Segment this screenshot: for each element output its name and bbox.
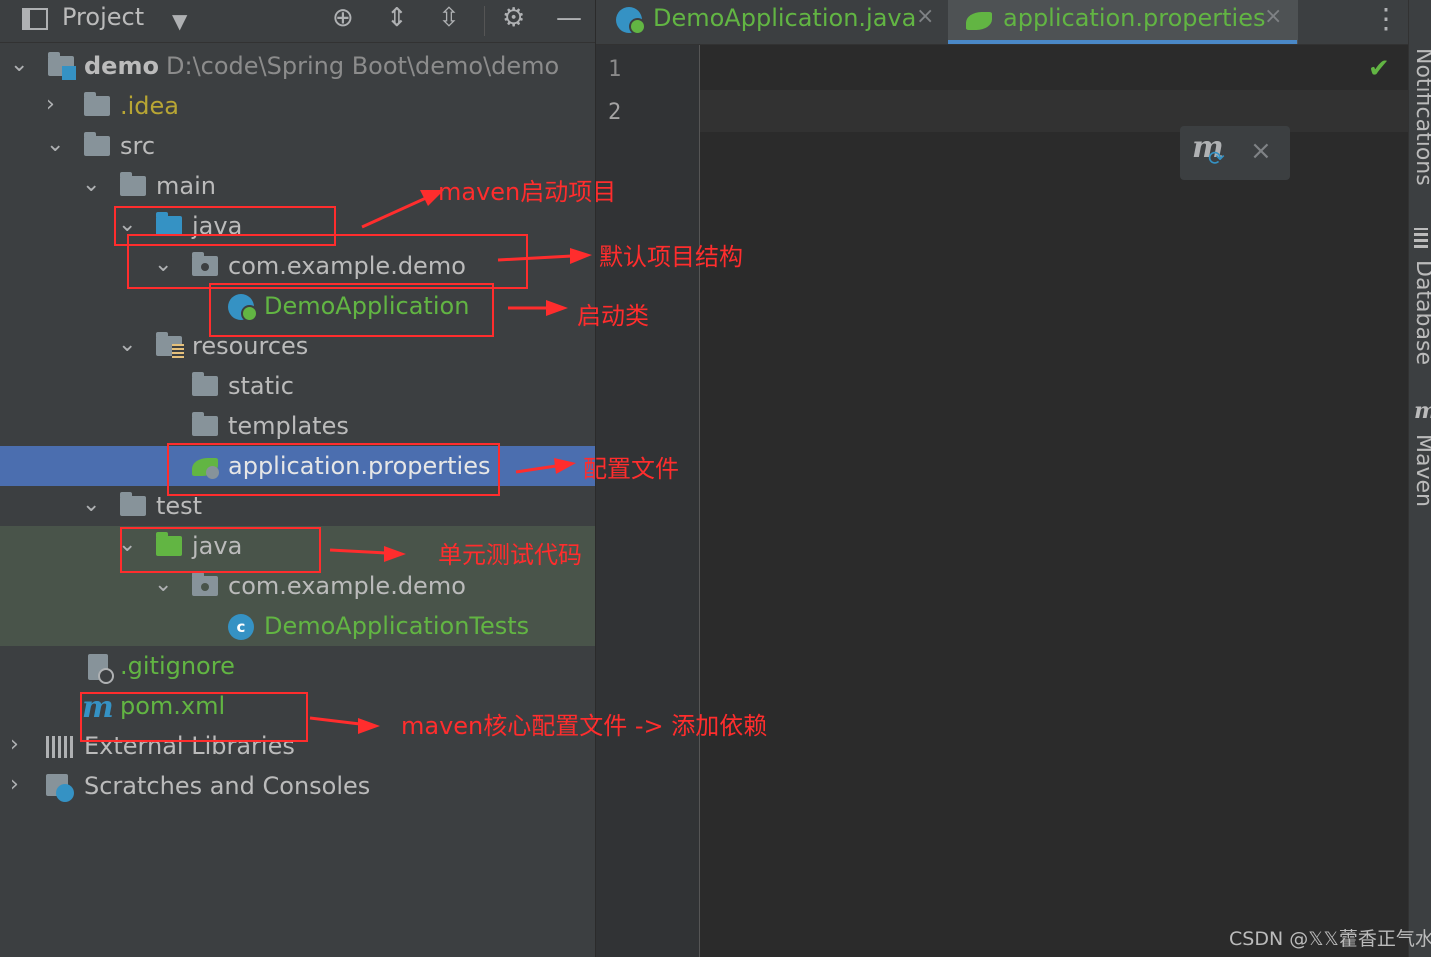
annotation-startup-class: 启动类 [577, 302, 649, 330]
annotation-maven-start: maven启动项目 [438, 178, 617, 206]
annotation-config-file: 配置文件 [583, 455, 679, 483]
watermark: CSDN @𝕏𝕏藿香正气水 [1229, 928, 1431, 950]
annotation-default-structure: 默认项目结构 [599, 243, 743, 271]
annotation-maven-core: maven核心配置文件 -> 添加依赖 [401, 712, 768, 740]
annotation-unit-test: 单元测试代码 [438, 541, 582, 569]
annotation-arrows [309, 190, 592, 734]
